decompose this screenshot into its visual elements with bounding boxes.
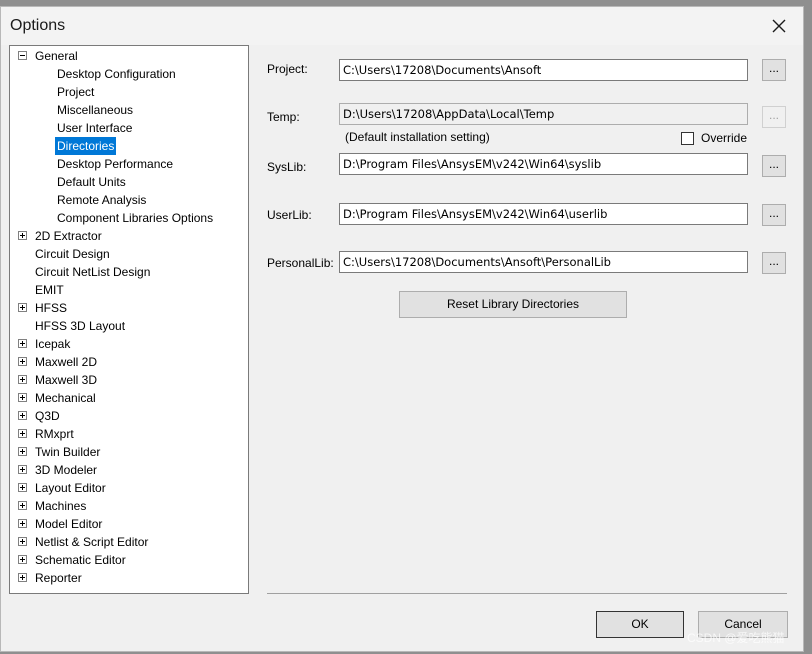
expand-plus-icon[interactable] — [18, 465, 27, 474]
tree-item-label[interactable]: Circuit Design — [33, 245, 112, 263]
personallib-browse-button[interactable]: ... — [762, 252, 786, 274]
title-bar: Options — [1, 7, 803, 45]
expand-plus-icon[interactable] — [18, 537, 27, 546]
expand-plus-icon[interactable] — [18, 393, 27, 402]
tree-item-label[interactable]: Icepak — [33, 335, 72, 353]
tree-item-label[interactable]: Q3D — [33, 407, 62, 425]
tree-item-label[interactable]: General — [33, 47, 80, 65]
tree-item-label[interactable]: Layout Editor — [33, 479, 108, 497]
temp-label: Temp: — [267, 110, 300, 124]
temp-default-note: (Default installation setting) — [345, 130, 490, 144]
tree-item-label[interactable]: HFSS — [33, 299, 69, 317]
tree-item-label[interactable]: HFSS 3D Layout — [33, 317, 127, 335]
tree-item-label[interactable]: Maxwell 2D — [33, 353, 99, 371]
expand-plus-icon[interactable] — [18, 357, 27, 366]
tree-item-label[interactable]: Netlist & Script Editor — [33, 533, 150, 551]
options-dialog: Options General Desktop Configuration Proj… — [0, 6, 804, 652]
expand-plus-icon[interactable] — [18, 573, 27, 582]
syslib-path-input[interactable]: D:\Program Files\AnsysEM\v242\Win64\sysl… — [339, 153, 748, 175]
tree-item-label[interactable]: Directories — [55, 137, 117, 155]
syslib-browse-button[interactable]: ... — [762, 155, 786, 177]
expand-plus-icon[interactable] — [18, 303, 27, 312]
personallib-path-input[interactable]: C:\Users\17208\Documents\Ansoft\Personal… — [339, 251, 748, 273]
expand-plus-icon[interactable] — [18, 519, 27, 528]
expand-plus-icon[interactable] — [18, 411, 27, 420]
tree-item-label[interactable]: Default Units — [55, 173, 128, 191]
tree-item-label[interactable]: Schematic Editor — [33, 551, 128, 569]
tree-item-label[interactable]: Maxwell 3D — [33, 371, 99, 389]
tree-item-label[interactable]: Project — [55, 83, 96, 101]
watermark-text: CSDN @爱吃熊猫 — [687, 631, 785, 645]
expand-plus-icon[interactable] — [18, 501, 27, 510]
tree-item-label[interactable]: EMIT — [33, 281, 66, 299]
reset-library-directories-button[interactable]: Reset Library Directories — [399, 291, 627, 318]
override-checkbox[interactable] — [681, 132, 694, 145]
project-label: Project: — [267, 62, 308, 76]
tree-item-label[interactable]: Model Editor — [33, 515, 104, 533]
close-icon — [772, 19, 786, 33]
expand-plus-icon[interactable] — [18, 231, 27, 240]
tree-item-label[interactable]: Component Libraries Options — [55, 209, 215, 227]
tree-item-label[interactable]: Remote Analysis — [55, 191, 148, 209]
expand-plus-icon[interactable] — [18, 555, 27, 564]
tree-item-label[interactable]: Desktop Performance — [55, 155, 175, 173]
tree-item-label[interactable]: 2D Extractor — [33, 227, 104, 245]
expand-plus-icon[interactable] — [18, 429, 27, 438]
tree-item-label[interactable]: Machines — [33, 497, 88, 515]
userlib-label: UserLib: — [267, 208, 312, 222]
tree-item-label[interactable]: User Interface — [55, 119, 134, 137]
tree-item-label[interactable]: Mechanical — [33, 389, 98, 407]
temp-path-input[interactable]: D:\Users\17208\AppData\Local\Temp — [339, 103, 748, 125]
options-tree[interactable]: General Desktop Configuration Project Misce… — [9, 45, 249, 594]
collapse-minus-icon[interactable] — [18, 51, 27, 60]
expand-plus-icon[interactable] — [18, 483, 27, 492]
userlib-browse-button[interactable]: ... — [762, 204, 786, 226]
tree-item-label[interactable]: Reporter — [33, 569, 84, 587]
tree-item-label[interactable]: RMxprt — [33, 425, 76, 443]
syslib-label: SysLib: — [267, 160, 307, 174]
window-title: Options — [10, 17, 66, 34]
project-browse-button[interactable]: ... — [762, 59, 786, 81]
close-button[interactable] — [761, 11, 797, 41]
tree-item-label[interactable]: Desktop Configuration — [55, 65, 178, 83]
userlib-path-input[interactable]: D:\Program Files\AnsysEM\v242\Win64\user… — [339, 203, 748, 225]
ok-button[interactable]: OK — [596, 611, 684, 638]
tree-item-label[interactable]: Circuit NetList Design — [33, 263, 152, 281]
expand-plus-icon[interactable] — [18, 375, 27, 384]
project-path-input[interactable]: C:\Users\17208\Documents\Ansoft — [339, 59, 748, 81]
expand-plus-icon[interactable] — [18, 447, 27, 456]
footer-separator — [267, 593, 787, 594]
tree-item-label[interactable]: 3D Modeler — [33, 461, 99, 479]
expand-plus-icon[interactable] — [18, 339, 27, 348]
override-label: Override — [701, 131, 748, 145]
personallib-label: PersonalLib: — [267, 256, 334, 270]
tree-item-label[interactable]: Miscellaneous — [55, 101, 135, 119]
tree-item-label[interactable]: Twin Builder — [33, 443, 102, 461]
temp-browse-button[interactable]: ... — [762, 106, 786, 128]
